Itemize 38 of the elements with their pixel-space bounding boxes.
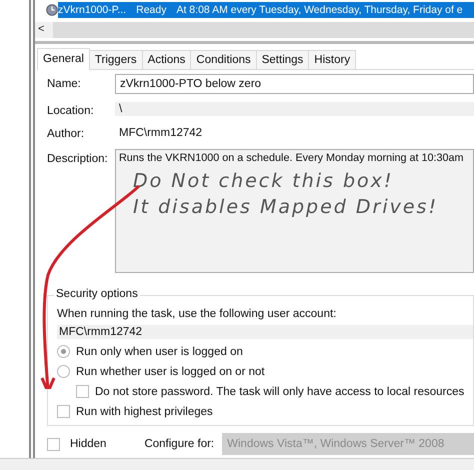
group-title: Security options (54, 288, 140, 300)
tab[interactable]: Actions (142, 50, 192, 69)
radio-button[interactable] (57, 365, 70, 378)
handwritten-note: It disables Mapped Drives! (133, 196, 440, 218)
task-trigger: At 8:08 AM every Tuesday, Wednesday, Thursday, Friday of e (176, 2, 474, 18)
option-label: Run only when user is logged on (76, 346, 243, 358)
hidden-label: Hidden (70, 438, 106, 450)
checkbox[interactable] (47, 438, 60, 450)
field-label: Location: (47, 104, 95, 117)
option-label: Run whether user is logged on or not (76, 366, 265, 378)
field-label: Author: (47, 127, 86, 140)
checkbox[interactable] (76, 385, 89, 398)
tab[interactable]: General (37, 48, 90, 70)
field-label: Description: (47, 152, 109, 165)
option-label: Do not store password. The task will only have access to local resources (95, 386, 464, 398)
tab[interactable]: Settings (256, 50, 310, 69)
configure-label: Configure for: (144, 438, 214, 450)
location-field: \ (115, 102, 474, 116)
radio-button[interactable] (57, 345, 70, 358)
task-name: zVkrn1000-P... (58, 2, 126, 18)
scroll-left-button[interactable]: < (38, 23, 44, 35)
task-status: Ready (126, 2, 176, 18)
name-field[interactable]: zVkrn1000-PTO below zero (115, 74, 474, 94)
field-label: Name: (47, 77, 82, 90)
account-label: When running the task, use the following user account: (57, 308, 338, 320)
account-field: MFC\rmm12742 (57, 325, 473, 339)
horizontal-scrollbar[interactable]: < (35, 22, 474, 38)
task-row[interactable]: zVkrn1000-P... Ready At 8:08 AM every Tuesday, Wednesday, Thursday, Friday of e (35, 0, 474, 19)
author-value: MFC\rmm12742 (118, 126, 204, 141)
tab[interactable]: Conditions (190, 50, 257, 69)
tab[interactable]: Triggers (88, 50, 143, 69)
description-text: Runs the VKRN1000 on a schedule. Every Monday morning at 10:30am (119, 152, 464, 164)
clock-icon (46, 4, 58, 16)
handwritten-note: Do Not check this box! (133, 170, 395, 192)
description-field[interactable]: Runs the VKRN1000 on a schedule. Every Monday morning at 10:30am Do Not check this box! It disables Mapped Drives! (115, 149, 474, 273)
tab[interactable]: History (308, 50, 356, 69)
checkbox[interactable] (57, 405, 70, 418)
option-label: Run with highest privileges (76, 406, 213, 418)
